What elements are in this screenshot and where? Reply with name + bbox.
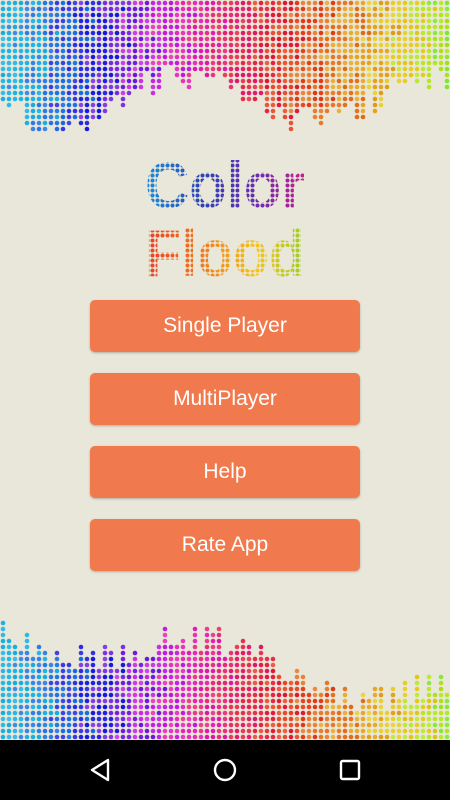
recents-icon[interactable] xyxy=(332,752,368,788)
logo-line2: Flood xyxy=(145,216,305,283)
rainbow-dots-bottom-decoration xyxy=(0,620,450,740)
multiplayer-button[interactable]: MultiPlayer xyxy=(90,373,360,425)
single-player-button[interactable]: Single Player xyxy=(90,300,360,352)
home-icon[interactable] xyxy=(207,752,243,788)
game-screen: Color Flood Single Player MultiPlayer He… xyxy=(0,0,450,740)
rate-app-button[interactable]: Rate App xyxy=(90,519,360,571)
rainbow-dots-top-decoration xyxy=(0,0,450,132)
android-navigation-bar xyxy=(0,740,450,800)
help-button[interactable]: Help xyxy=(90,446,360,498)
back-icon[interactable] xyxy=(82,752,118,788)
color-flood-logo: Color Flood xyxy=(145,148,305,283)
logo-line1: Color xyxy=(145,148,305,222)
